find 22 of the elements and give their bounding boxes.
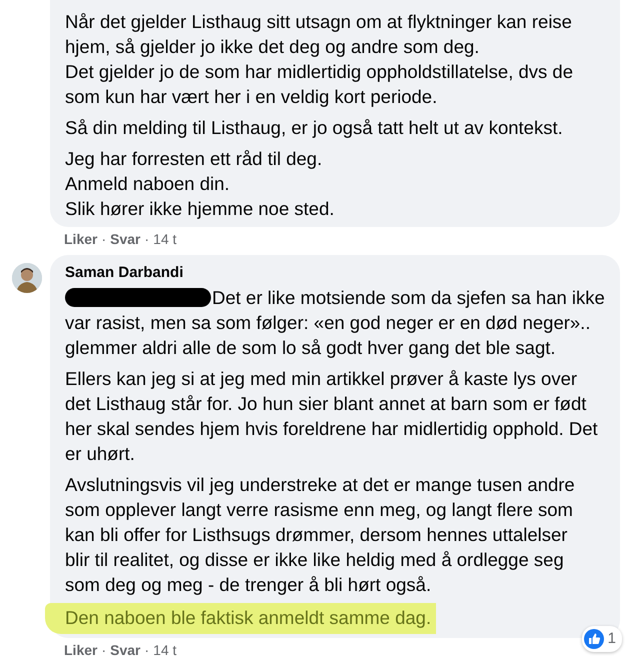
separator: · xyxy=(144,641,150,660)
reaction-badge[interactable]: 1 xyxy=(582,626,622,652)
separator: · xyxy=(101,230,106,249)
like-icon xyxy=(584,628,604,649)
timestamp: 14 t xyxy=(153,641,177,660)
avatar[interactable] xyxy=(12,263,42,293)
comment-paragraph: Så din melding til Listhaug, er jo også tatt helt ut av kontekst. xyxy=(65,116,564,140)
like-link[interactable]: Liker xyxy=(64,641,98,660)
comment-paragraph: Når det gjelder Listhaug sitt utsagn om at flyktninger kan reise hjem, så gjelder jo ikke det deg og andre som deg. Det gjelder jo de som har midlertidig oppholdstillatelse, dvs de som kun har vært her i en veldig kort periode. xyxy=(65,10,574,109)
author-name[interactable]: Saman Darbandi xyxy=(65,264,184,282)
comment-paragraph: Ellers kan jeg si at jeg med min artikkel prøver å kaste lys over det Listhaug står for. Jo hun sier blant annet at barn som er født her skal sendes hjem hvis foreldrene har midlertidig opphold. Det er uhørt. xyxy=(65,367,599,466)
like-link[interactable]: Liker xyxy=(64,230,98,249)
comment-paragraph: Det er like motsiende som da sjefen sa han ikke var rasist, men sa som følger: «en god neger er en død neger».. glemmer aldri alle de som lo så godt hver gang det ble sagt. xyxy=(65,287,605,358)
reply-link[interactable]: Svar xyxy=(110,230,140,249)
separator: · xyxy=(144,230,150,249)
separator: · xyxy=(101,641,106,660)
comment-paragraph: Den naboen ble faktisk anmeldt samme dag. xyxy=(45,603,436,634)
reply-link[interactable]: Svar xyxy=(110,641,140,660)
timestamp: 14 t xyxy=(153,230,177,249)
reaction-count: 1 xyxy=(608,628,616,648)
comment-paragraph: Jeg har forresten ett råd til deg. Anmeld naboen din. Slik hører ikke hjemme noe sted. xyxy=(65,147,336,221)
comment-paragraph: Avslutningsvis vil jeg understreke at det er mange tusen andre som opplever langt verre rasisme enn meg, og langt flere som kan bli offer for Listhsugs drømmer, dersom hennes uttalelser blir til realitet, og disse er ikke like heldig med å ordlegge seg som deg og meg - de trenger å bli hørt også. xyxy=(65,473,576,597)
